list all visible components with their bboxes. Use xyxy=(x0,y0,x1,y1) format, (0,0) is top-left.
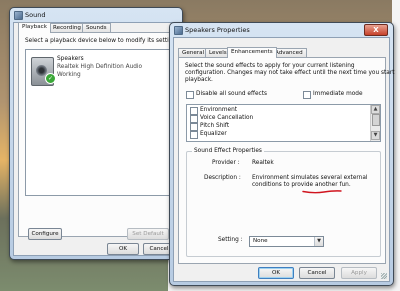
set-default-button[interactable]: Set Default xyxy=(127,228,169,240)
effects-scrollbar[interactable]: ▲ ▼ xyxy=(370,105,380,141)
list-item-speakers[interactable]: ✓ Speakers Realtek High Definition Audio… xyxy=(28,53,166,86)
effect-environment-label: Environment xyxy=(200,107,238,113)
effect-equalizer-checkbox[interactable] xyxy=(190,131,198,139)
effects-list[interactable]: Environment Voice Cancellation Pitch Shi… xyxy=(186,104,381,142)
setting-select-value: None xyxy=(253,238,268,244)
description-value-line-2: conditions to provide another fun. xyxy=(252,182,351,188)
tab-enhancements[interactable]: Enhancements xyxy=(227,47,277,58)
sound-window-title: Sound xyxy=(25,11,46,19)
enhancements-panel: Select the sound effects to apply for yo… xyxy=(178,57,394,264)
immediate-mode-label: Immediate mode xyxy=(313,91,363,97)
configure-button[interactable]: Configure xyxy=(28,228,62,240)
effect-equalizer-label: Equalizer xyxy=(200,131,227,137)
device-status: Working xyxy=(57,72,81,78)
playback-panel: Select a playback device below to modify… xyxy=(18,32,181,240)
device-name: Speakers xyxy=(57,56,84,62)
sound-ok-button[interactable]: OK xyxy=(107,243,139,255)
speaker-icon: ✓ xyxy=(31,57,56,86)
provider-label: Provider : xyxy=(212,160,240,166)
immediate-mode-checkbox[interactable] xyxy=(303,91,311,99)
resize-grip[interactable] xyxy=(381,273,387,279)
disable-all-effects-label: Disable all sound effects xyxy=(196,91,268,97)
sound-effect-properties-group: Sound Effect Properties Provider : Realt… xyxy=(186,148,381,257)
speakers-properties-window: Speakers Properties X General Levels Enh… xyxy=(169,22,394,286)
group-title: Sound Effect Properties xyxy=(192,148,264,154)
effect-environment-checkbox[interactable] xyxy=(190,107,198,115)
properties-titlebar[interactable]: Speakers Properties X xyxy=(170,23,393,36)
description-value-line-1: Environment simulates several external xyxy=(252,175,368,181)
speaker-properties-icon xyxy=(174,26,183,35)
scroll-up-arrow-icon[interactable]: ▲ xyxy=(371,105,380,114)
enhancements-description-line-1: Select the sound effects to apply for yo… xyxy=(185,63,355,69)
playback-instruction: Select a playback device below to modify… xyxy=(25,38,182,44)
provider-value: Realtek xyxy=(252,160,274,166)
sound-titlebar[interactable]: Sound xyxy=(10,8,182,21)
effect-voice-cancellation-label: Voice Cancellation xyxy=(200,115,254,121)
enhancements-description-line-3: playback. xyxy=(185,77,213,83)
properties-apply-button[interactable]: Apply xyxy=(341,267,377,279)
annotation-underline xyxy=(302,190,342,194)
chevron-down-icon[interactable]: ▼ xyxy=(314,237,323,246)
sound-icon xyxy=(14,11,23,20)
properties-cancel-button[interactable]: Cancel xyxy=(299,267,335,279)
effect-pitch-shift-checkbox[interactable] xyxy=(190,123,198,131)
effect-voice-cancellation-checkbox[interactable] xyxy=(190,115,198,123)
device-list[interactable]: ✓ Speakers Realtek High Definition Audio… xyxy=(25,49,170,196)
properties-ok-button[interactable]: OK xyxy=(258,267,294,279)
properties-window-title: Speakers Properties xyxy=(185,26,250,34)
sound-client-area: Playback Recording Sounds Select a playb… xyxy=(13,22,181,256)
default-device-check-icon: ✓ xyxy=(45,73,56,84)
close-button[interactable]: X xyxy=(364,24,388,36)
setting-label: Setting : xyxy=(218,237,243,243)
tab-playback[interactable]: Playback xyxy=(18,22,51,33)
device-driver: Realtek High Definition Audio xyxy=(57,64,143,70)
scroll-down-arrow-icon[interactable]: ▼ xyxy=(371,131,380,140)
description-label: Description : xyxy=(204,175,241,181)
properties-client-area: General Levels Enhancements Advanced Sel… xyxy=(173,37,394,282)
sound-window: Sound Playback Recording Sounds Select a… xyxy=(9,7,183,260)
setting-select[interactable]: None ▼ xyxy=(249,236,324,247)
scroll-thumb[interactable] xyxy=(372,114,380,126)
effect-pitch-shift-label: Pitch Shift xyxy=(200,123,230,129)
disable-all-effects-checkbox[interactable] xyxy=(186,91,194,99)
enhancements-description-line-2: configuration. Changes may not take effe… xyxy=(185,70,395,76)
